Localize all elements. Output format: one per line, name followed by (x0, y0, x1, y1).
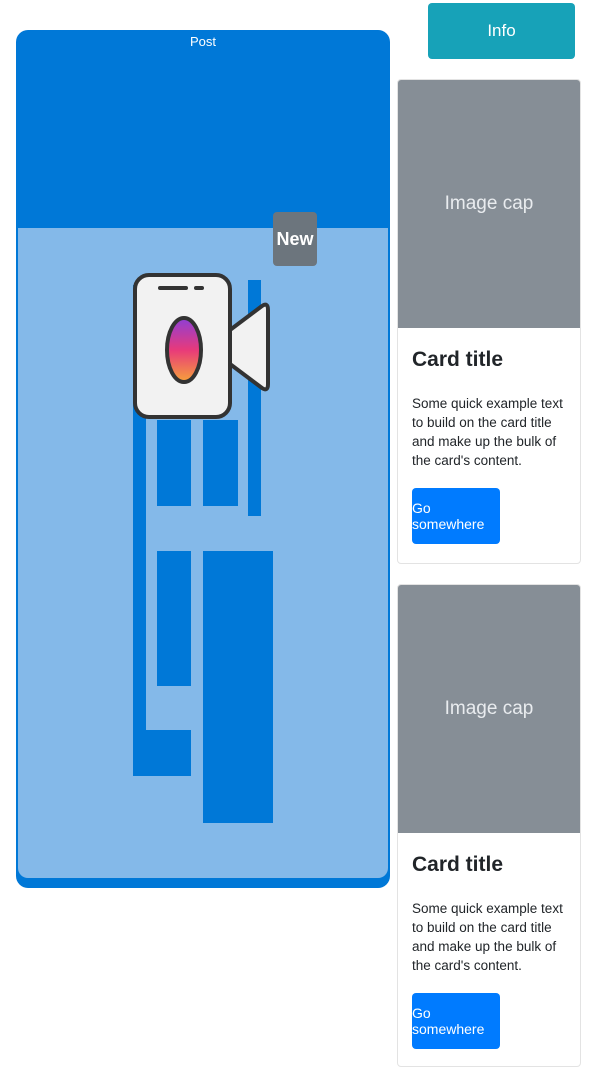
go-somewhere-button[interactable]: Go somewhere (412, 993, 500, 1049)
illustration-block (203, 551, 273, 823)
card: Image cap Card title Some quick example … (397, 584, 581, 1067)
illustration-block (157, 551, 191, 686)
info-button[interactable]: Info (428, 3, 575, 59)
new-badge: New (273, 212, 317, 266)
illustration-block (157, 420, 191, 506)
card-body: Card title Some quick example text to bu… (398, 328, 580, 558)
illustration-block (203, 420, 238, 506)
card-image-cap: Image cap (398, 585, 580, 833)
video-camera-icon (133, 273, 270, 419)
card-title: Card title (412, 348, 504, 371)
card-body: Card title Some quick example text to bu… (398, 833, 580, 1063)
card-text: Some quick example text to build on the … (412, 901, 563, 973)
card-title: Card title (412, 853, 504, 876)
card-text: Some quick example text to build on the … (412, 396, 563, 468)
go-somewhere-button[interactable]: Go somewhere (412, 488, 500, 544)
card: Image cap Card title Some quick example … (397, 79, 581, 564)
page: Post New Info Image cap Card title Some … (0, 0, 593, 1067)
card-image-cap: Image cap (398, 80, 580, 328)
illustration-block (133, 730, 191, 776)
